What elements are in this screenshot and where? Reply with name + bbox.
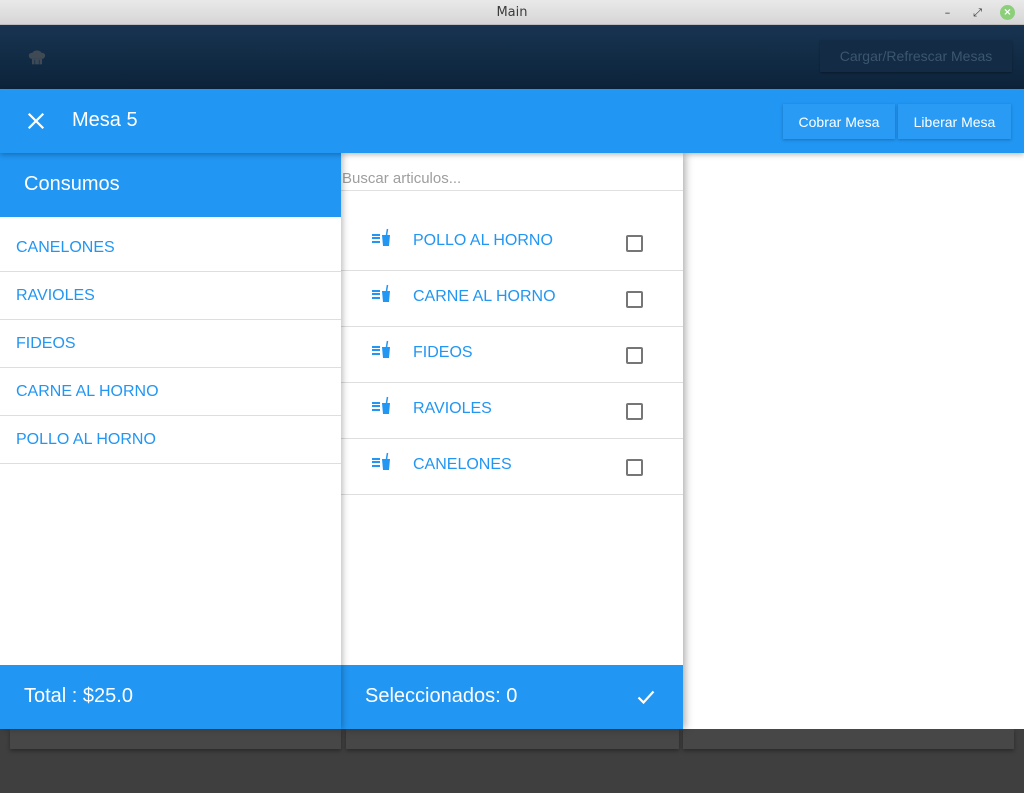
window-close-icon[interactable]: × [1000,5,1015,20]
cobrar-mesa-button[interactable]: Cobrar Mesa [783,104,895,139]
consumo-item[interactable]: POLLO AL HORNO [0,416,341,464]
total-label: Total : $25.0 [0,665,341,729]
consumos-list: CANELONES RAVIOLES FIDEOS CARNE AL HORNO… [0,224,341,464]
refresh-tables-button[interactable]: Cargar/Refrescar Mesas [820,40,1012,72]
detail-panel [683,153,1024,729]
food-drink-icon [372,284,390,302]
food-drink-icon [372,452,390,470]
close-icon[interactable] [24,109,48,133]
background-card [10,729,341,749]
articulo-label: CANELONES [413,456,512,473]
articulo-row[interactable]: RAVIOLES [341,383,683,439]
consumo-item[interactable]: CARNE AL HORNO [0,368,341,416]
consumo-item[interactable]: CANELONES [0,224,341,272]
dialog-header: Mesa 5 Cobrar Mesa Liberar Mesa [0,89,1024,153]
articulo-row[interactable]: FIDEOS [341,327,683,383]
liberar-mesa-button[interactable]: Liberar Mesa [898,104,1011,139]
articulo-checkbox[interactable] [626,459,643,476]
articulo-row[interactable]: CARNE AL HORNO [341,271,683,327]
consumos-header: Consumos [0,153,341,217]
articulo-label: FIDEOS [413,344,473,361]
minimize-icon[interactable]: – [940,5,955,20]
window-title: Main [496,5,528,20]
maximize-icon[interactable]: ⤢ [970,5,985,20]
food-drink-icon [372,396,390,414]
food-drink-icon [372,340,390,358]
food-drink-icon [372,228,390,246]
app-bar: Cargar/Refrescar Mesas [0,25,1024,89]
search-articulos-input[interactable] [341,167,683,191]
consumo-item[interactable]: RAVIOLES [0,272,341,320]
articulo-label: CARNE AL HORNO [413,288,556,305]
dialog-title: Mesa 5 [72,109,138,131]
articulo-label: RAVIOLES [413,400,492,417]
chef-hat-icon [28,50,46,65]
window-titlebar: Main – ⤢ × [0,0,1024,25]
selected-count-bar: Seleccionados: 0 [341,665,683,729]
articulos-list: POLLO AL HORNO CARNE AL HORNO FIDEOS RAV… [341,215,683,495]
consumos-panel: Consumos CANELONES RAVIOLES FIDEOS CARNE… [0,153,341,729]
articulo-checkbox[interactable] [626,347,643,364]
articulo-checkbox[interactable] [626,235,643,252]
articulo-row[interactable]: POLLO AL HORNO [341,215,683,271]
articulos-panel: POLLO AL HORNO CARNE AL HORNO FIDEOS [341,153,683,729]
consumo-item[interactable]: FIDEOS [0,320,341,368]
articulo-checkbox[interactable] [626,291,643,308]
articulo-checkbox[interactable] [626,403,643,420]
articulo-label: POLLO AL HORNO [413,232,553,249]
background-card [683,729,1014,749]
articulo-row[interactable]: CANELONES [341,439,683,495]
selected-count-label: Seleccionados: 0 [365,685,518,707]
check-icon[interactable] [634,685,658,709]
background-card [346,729,679,749]
